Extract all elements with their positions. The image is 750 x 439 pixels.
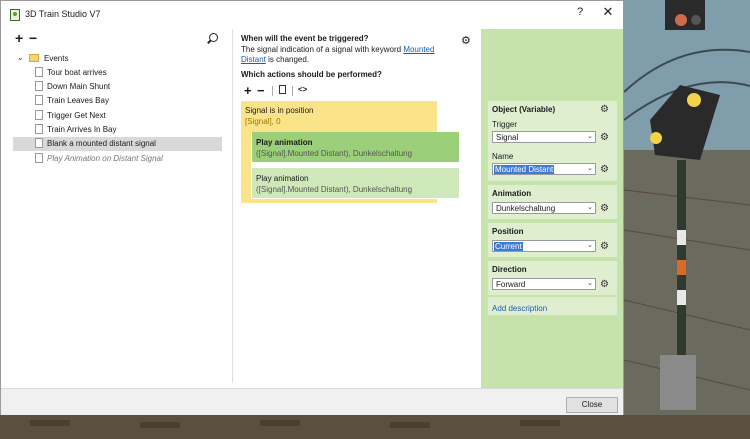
document-icon — [35, 110, 43, 120]
trigger-select[interactable]: Signal ⌄ — [492, 131, 596, 143]
object-section: Object (Variable) ⚙ Trigger Signal ⌄ ⚙ N… — [488, 101, 617, 181]
tree-item-label: Trigger Get Next — [47, 111, 106, 120]
document-icon — [35, 67, 43, 77]
tree-item[interactable]: Train Leaves Bay — [35, 94, 222, 108]
tree-item[interactable]: Trigger Get Next — [35, 109, 222, 123]
section-header: Animation — [492, 189, 532, 198]
action-args: ([Signal].Mounted Distant), Dunkelschalt… — [256, 149, 413, 158]
window-title: 3D Train Studio V7 — [25, 9, 101, 19]
action-title: Play animation — [256, 174, 309, 183]
event-editor-dialog: 3D Train Studio V7 ? ✕ + − ⌄ Events Tour… — [0, 0, 624, 415]
section-header: Direction — [492, 265, 527, 274]
tree-folder-events[interactable]: ⌄ Events — [17, 53, 217, 65]
tree-item-label: Tour boat arrives — [47, 68, 107, 77]
tree-item[interactable]: Tour boat arrives — [35, 66, 222, 80]
condition-block[interactable]: Signal is in position [Signal], 0 — [241, 101, 437, 133]
panel-divider[interactable] — [232, 29, 233, 383]
document-icon — [35, 138, 43, 148]
remove-event-button[interactable]: − — [29, 31, 37, 45]
select-value: Forward — [496, 280, 526, 289]
trigger-description: The signal indication of a signal with k… — [241, 45, 456, 65]
tree-item[interactable]: Down Main Shunt — [35, 80, 222, 94]
select-value: Current — [494, 242, 523, 251]
actions-heading: Which actions should be performed? — [241, 70, 382, 79]
condition-title: Signal is in position — [245, 106, 314, 115]
field-label: Trigger — [492, 120, 518, 129]
tree-item[interactable]: Train Arrives In Bay — [35, 123, 222, 137]
tree-item-selected[interactable]: Blank a mounted distant signal — [13, 137, 222, 151]
gear-icon[interactable]: ⚙ — [600, 203, 609, 214]
toolbar-separator — [272, 86, 273, 96]
chevron-down-icon: ⌄ — [587, 165, 593, 172]
tree-item-label: Blank a mounted distant signal — [47, 139, 156, 148]
search-icon[interactable] — [209, 33, 218, 42]
animation-select[interactable]: Dunkelschaltung ⌄ — [492, 202, 596, 214]
tree-item-label: Train Leaves Bay — [47, 96, 109, 105]
tree-folder-label: Events — [44, 54, 69, 63]
actions-toolbar: + − <> — [241, 83, 321, 98]
chevron-down-icon: ⌄ — [587, 242, 593, 249]
name-combobox[interactable]: Mounted Distant ⌄ — [492, 163, 596, 175]
gear-icon[interactable]: ⚙ — [600, 241, 609, 252]
properties-panel: Object (Variable) ⚙ Trigger Signal ⌄ ⚙ N… — [481, 29, 623, 388]
tree-item[interactable]: Play Animation on Distant Signal — [35, 152, 222, 166]
chevron-down-icon: ⌄ — [587, 280, 593, 287]
document-icon — [35, 153, 43, 163]
position-section: Position Current ⌄ ⚙ — [488, 223, 617, 257]
chevron-down-icon[interactable]: ⌄ — [17, 53, 24, 62]
condition-args: [Signal], 0 — [245, 117, 281, 126]
dialog-footer: Close — [1, 388, 623, 415]
trigger-desc-text: The signal indication of a signal with k… — [241, 45, 404, 54]
action-args: ([Signal].Mounted Distant), Dunkelschalt… — [256, 185, 413, 194]
action-title: Play animation — [256, 138, 313, 147]
document-icon — [35, 95, 43, 105]
condition-bracket-end — [241, 199, 437, 203]
event-detail-panel: When will the event be triggered? ⚙ The … — [241, 29, 477, 384]
direction-select[interactable]: Forward ⌄ — [492, 278, 596, 290]
title-bar: 3D Train Studio V7 ? ✕ — [1, 1, 623, 29]
app-icon — [10, 9, 20, 21]
select-value: Mounted Distant — [494, 165, 555, 174]
folder-icon — [29, 54, 39, 62]
position-combobox[interactable]: Current ⌄ — [492, 240, 596, 252]
events-tree-panel: + − ⌄ Events Tour boat arrives Down Main… — [13, 29, 231, 384]
copy-icon[interactable] — [279, 85, 286, 94]
condition-bracket — [241, 133, 251, 199]
direction-section: Direction Forward ⌄ ⚙ — [488, 261, 617, 295]
field-label: Name — [492, 152, 514, 161]
toolbar-separator — [292, 86, 293, 96]
close-button[interactable]: Close — [566, 397, 618, 413]
code-icon[interactable]: <> — [298, 85, 307, 94]
close-window-button[interactable]: ✕ — [599, 4, 617, 20]
tree-item-label: Train Arrives In Bay — [47, 125, 117, 134]
gear-icon[interactable]: ⚙ — [600, 279, 609, 290]
document-icon — [35, 81, 43, 91]
select-value: Dunkelschaltung — [496, 204, 556, 213]
gear-icon[interactable]: ⚙ — [600, 132, 609, 143]
action-block[interactable]: Play animation ([Signal].Mounted Distant… — [252, 168, 459, 198]
section-header: Object (Variable) — [492, 105, 556, 114]
add-event-button[interactable]: + — [15, 31, 23, 45]
help-button[interactable]: ? — [571, 6, 589, 18]
chevron-down-icon: ⌄ — [587, 133, 593, 140]
add-action-button[interactable]: + — [244, 83, 252, 98]
chevron-down-icon: ⌄ — [587, 204, 593, 211]
document-icon — [35, 124, 43, 134]
select-value: Signal — [496, 133, 519, 142]
add-description-link[interactable]: Add description — [492, 304, 547, 313]
animation-section: Animation Dunkelschaltung ⌄ ⚙ — [488, 185, 617, 219]
tree-item-label: Down Main Shunt — [47, 82, 111, 91]
remove-action-button[interactable]: − — [257, 83, 265, 98]
tree-item-label: Play Animation on Distant Signal — [47, 154, 163, 163]
gear-icon[interactable]: ⚙ — [461, 34, 471, 47]
trigger-heading: When will the event be triggered? — [241, 34, 369, 43]
action-block-selected[interactable]: Play animation ([Signal].Mounted Distant… — [252, 132, 459, 162]
trigger-desc-text: is changed. — [265, 55, 310, 64]
gear-icon[interactable]: ⚙ — [600, 104, 609, 115]
gear-icon[interactable]: ⚙ — [600, 164, 609, 175]
section-header: Position — [492, 227, 524, 236]
